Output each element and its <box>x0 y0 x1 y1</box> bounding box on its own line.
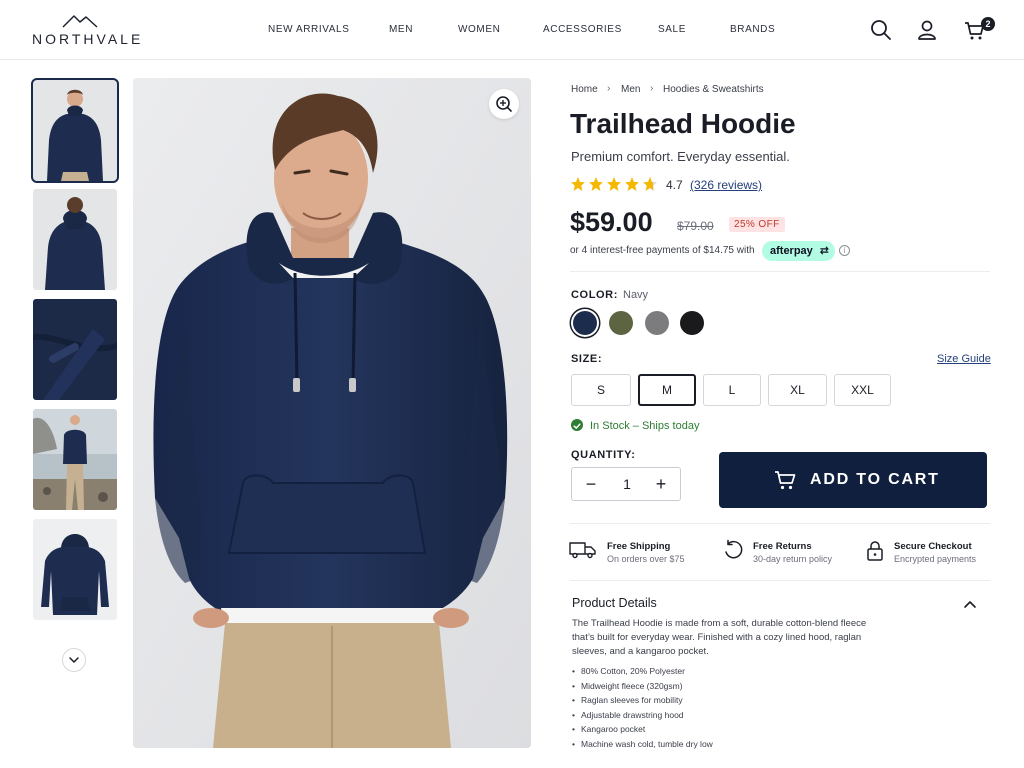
installments-text: or 4 interest-free payments of $14.75 wi… <box>570 245 755 256</box>
hoodie-model-photo <box>133 78 531 748</box>
nav-new-arrivals[interactable]: NEW ARRIVALS <box>268 24 349 35</box>
nav-sale[interactable]: SALE <box>658 24 686 35</box>
star-icon <box>571 177 585 191</box>
afterpay-badge[interactable]: afterpay ⇄ <box>762 241 835 261</box>
rating-value: 4.7 <box>666 178 683 192</box>
divider <box>570 523 990 524</box>
feature-subtitle: Encrypted payments <box>894 554 977 564</box>
swatch-olive[interactable] <box>609 311 633 335</box>
chevron-right-icon: › <box>650 83 654 94</box>
thumbnail-back-view[interactable] <box>33 189 117 290</box>
swatch-grey[interactable] <box>645 311 669 335</box>
chevron-up-icon[interactable] <box>962 598 978 610</box>
nav-women[interactable]: WOMEN <box>458 24 500 35</box>
breadcrumb-hoodies[interactable]: Hoodies & Sweatshirts <box>663 84 764 95</box>
divider <box>570 271 990 272</box>
brand-name: NORTHVALE <box>32 31 144 47</box>
cart-icon <box>775 471 796 490</box>
thumbnails-more-button[interactable] <box>62 648 86 672</box>
add-to-cart-button[interactable]: ADD TO CART <box>719 452 987 508</box>
thumbnail-outdoor-lifestyle[interactable] <box>33 409 117 510</box>
size-option-m[interactable]: M <box>638 374 696 406</box>
size-option-s[interactable]: S <box>571 374 631 406</box>
product-details-header[interactable]: Product Details <box>572 596 657 610</box>
star-icon <box>625 177 639 191</box>
list-item: Machine wash cold, tumble dry low <box>572 737 713 752</box>
size-option-l[interactable]: L <box>703 374 761 406</box>
breadcrumb-home[interactable]: Home <box>571 84 598 95</box>
nav-men[interactable]: MEN <box>389 24 413 35</box>
search-icon[interactable] <box>869 18 893 42</box>
feature-subtitle: On orders over $75 <box>607 554 685 564</box>
star-icon <box>589 177 603 191</box>
info-icon[interactable]: i <box>839 245 850 256</box>
cart-count-badge: 2 <box>981 17 995 31</box>
chevron-right-icon: › <box>607 83 611 94</box>
size-label: SIZE: <box>571 353 603 365</box>
stock-status: In Stock – Ships today <box>590 420 700 432</box>
list-item: Kangaroo pocket <box>572 722 713 737</box>
product-subtitle: Premium comfort. Everyday essential. <box>571 149 790 164</box>
list-item: Raglan sleeves for mobility <box>572 693 713 708</box>
star-icon <box>607 177 621 191</box>
nav-accessories[interactable]: ACCESSORIES <box>543 24 622 35</box>
feature-title: Free Shipping <box>607 541 671 552</box>
color-label: COLOR: <box>571 289 618 301</box>
star-half-icon <box>643 177 657 191</box>
afterpay-logo-icon: ⇄ <box>819 245 829 257</box>
thumbnail-fabric-detail[interactable] <box>33 299 117 400</box>
check-circle-icon <box>571 419 583 431</box>
thumbnail-front-view[interactable] <box>31 78 119 183</box>
list-item: 80% Cotton, 20% Polyester <box>572 664 713 679</box>
list-item: Adjustable drawstring hood <box>572 708 713 723</box>
afterpay-label: afterpay <box>770 245 813 257</box>
brand-logo[interactable]: NORTHVALE <box>32 12 140 48</box>
product-details-list: 80% Cotton, 20% Polyester Midweight flee… <box>572 664 713 751</box>
feature-title: Free Returns <box>753 541 812 552</box>
mountain-logo-icon <box>62 15 98 28</box>
size-option-xxl[interactable]: XXL <box>834 374 891 406</box>
size-guide-link[interactable]: Size Guide <box>937 353 991 365</box>
quantity-input[interactable] <box>610 468 644 500</box>
reviews-link[interactable]: (326 reviews) <box>690 178 762 192</box>
size-option-xl[interactable]: XL <box>768 374 827 406</box>
discount-badge: 25% OFF <box>729 217 785 232</box>
product-description: The Trailhead Hoodie is made from a soft… <box>572 618 867 657</box>
divider <box>570 580 990 581</box>
thumbnail-flat-lay[interactable] <box>33 519 117 620</box>
current-price: $59.00 <box>570 207 653 237</box>
quantity-increase-button[interactable]: + <box>644 468 678 500</box>
user-icon[interactable] <box>915 18 939 42</box>
truck-icon <box>569 542 596 559</box>
nav-brands[interactable]: BRANDS <box>730 24 775 35</box>
lock-icon <box>867 541 883 561</box>
add-to-cart-label: ADD TO CART <box>810 471 940 488</box>
feature-subtitle: 30-day return policy <box>753 554 833 564</box>
site-header: NORTHVALE NEW ARRIVALS MEN WOMEN ACCESSO… <box>0 0 1024 60</box>
original-price: $79.00 <box>677 219 714 233</box>
quantity-stepper: − + <box>571 467 681 501</box>
swatch-black[interactable] <box>680 311 704 335</box>
swatch-navy[interactable] <box>573 311 597 335</box>
zoom-button[interactable] <box>489 89 519 119</box>
quantity-decrease-button[interactable]: − <box>574 468 608 500</box>
product-title: Trailhead Hoodie <box>570 108 796 139</box>
chevron-down-icon <box>69 657 79 663</box>
main-product-image[interactable] <box>133 78 531 748</box>
zoom-in-icon <box>496 96 512 112</box>
quantity-label: QUANTITY: <box>571 449 636 461</box>
selected-color-name: Navy <box>623 289 649 301</box>
list-item: Midweight fleece (320gsm) <box>572 679 713 694</box>
rating-stars <box>570 176 660 194</box>
star-icons <box>571 177 657 191</box>
return-icon <box>725 539 743 559</box>
breadcrumb-men[interactable]: Men <box>621 84 640 95</box>
feature-title: Secure Checkout <box>894 541 972 552</box>
